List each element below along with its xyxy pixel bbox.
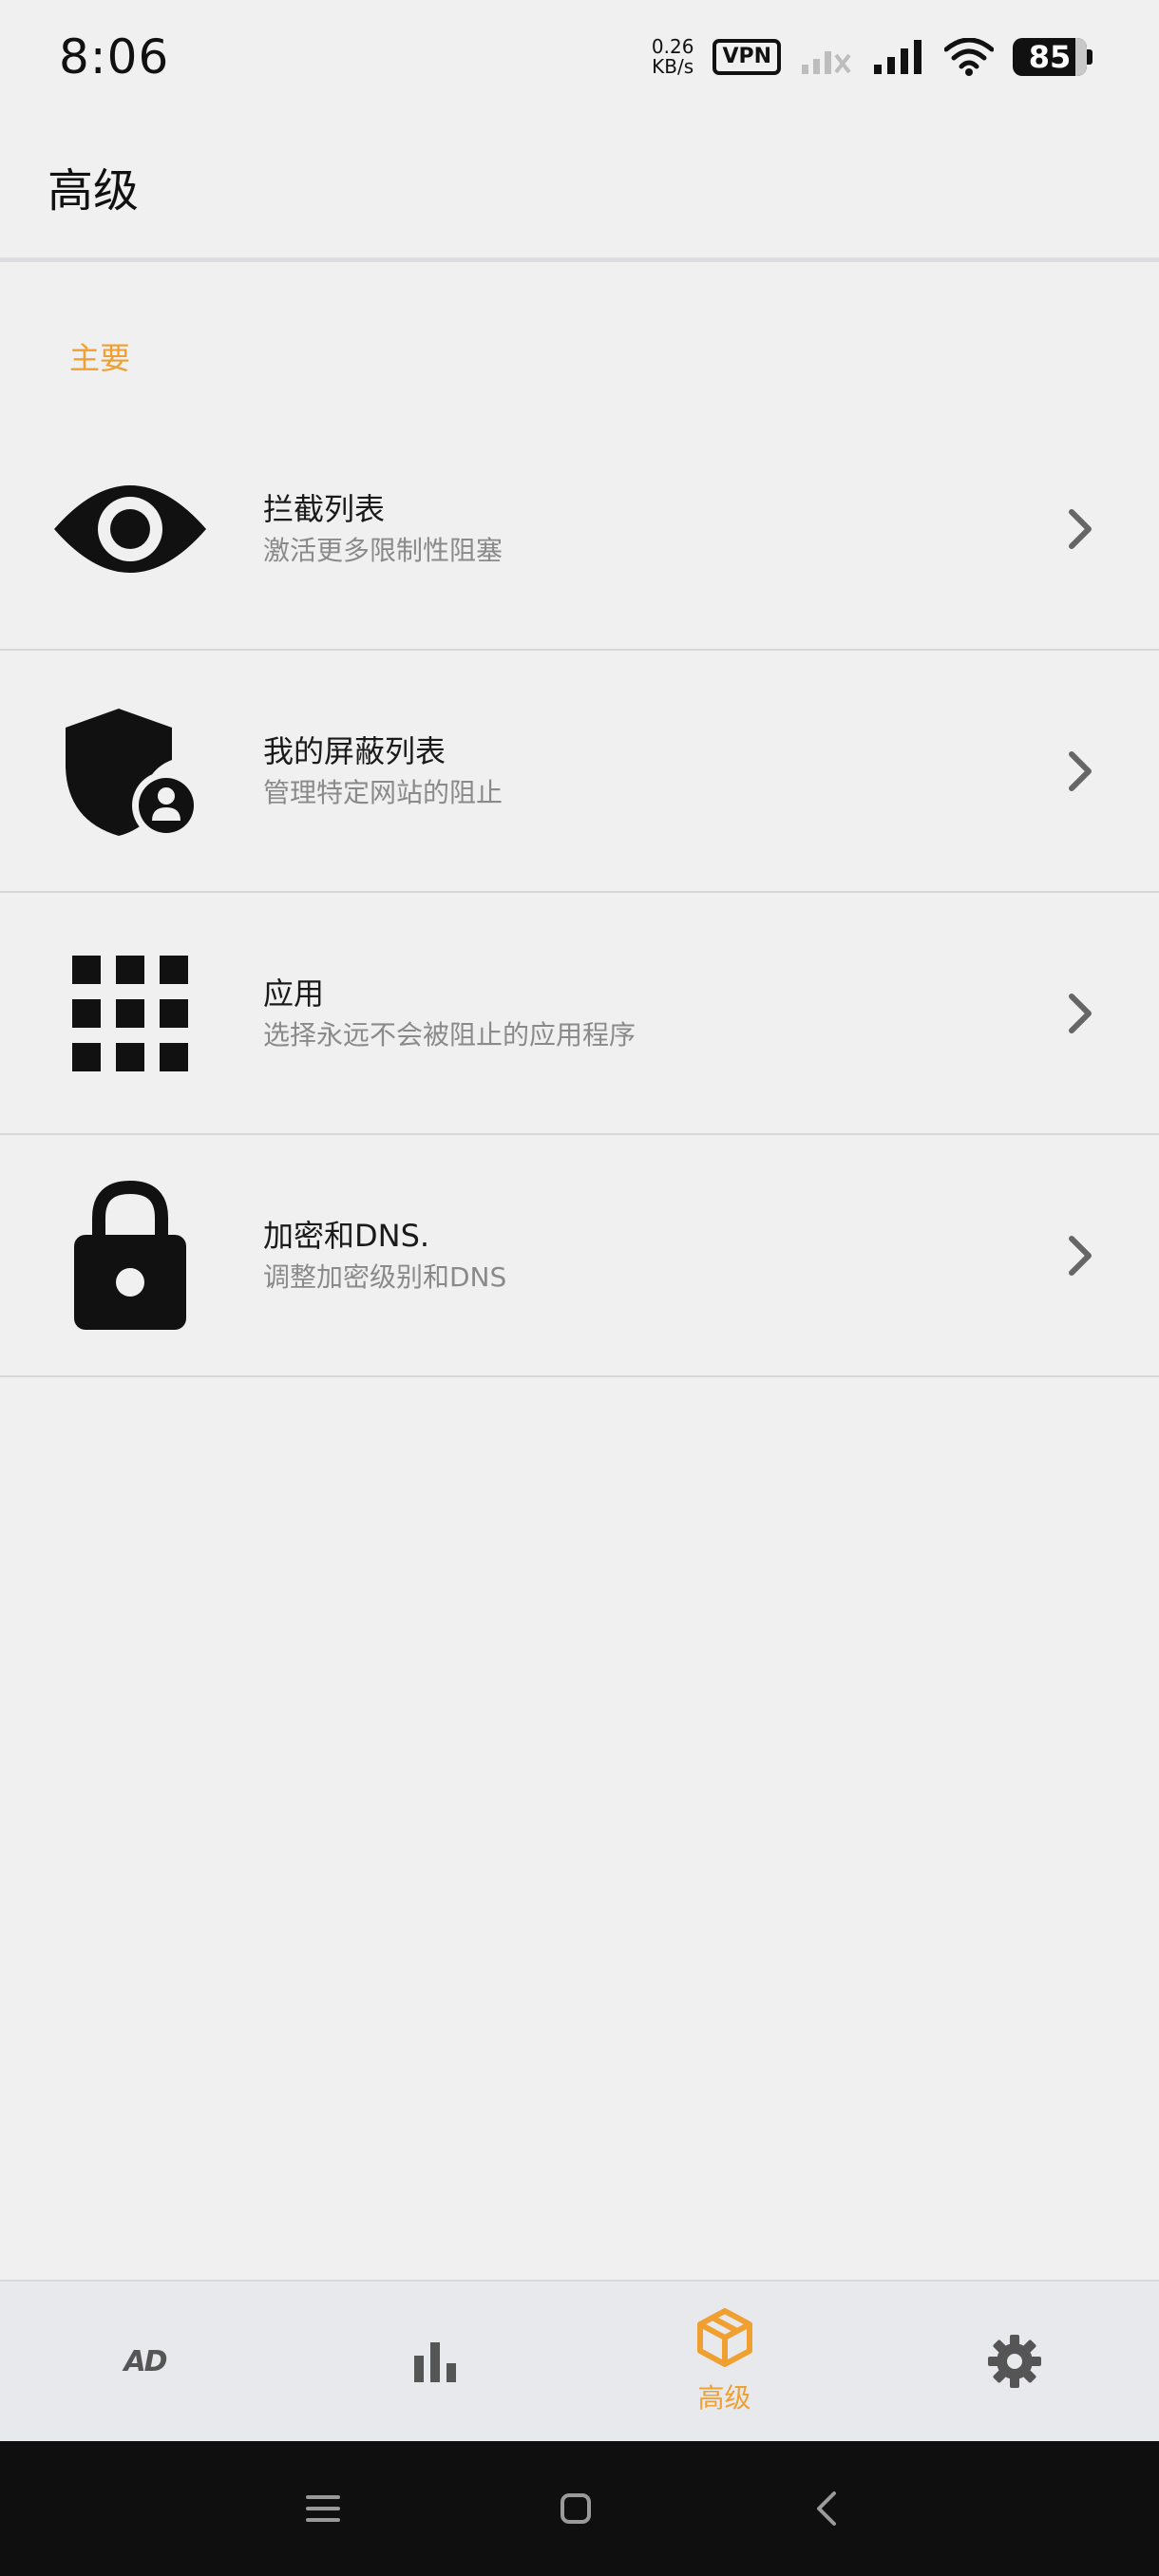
network-speed-unit: KB/s (652, 55, 694, 78)
vpn-badge: VPN (712, 39, 781, 75)
page-title: 高级 (48, 163, 140, 218)
menu-icon (306, 2495, 340, 2522)
chevron-right-icon (1069, 750, 1092, 791)
section-header: 主要 (69, 340, 131, 376)
menu-item-subtitle: 调整加密级别和DNS (263, 1260, 507, 1293)
nav-tab-label: 高级 (697, 2382, 751, 2414)
ad-logo-icon: AD (124, 2344, 167, 2378)
menu-item-subtitle: 管理特定网站的阻止 (263, 776, 504, 808)
nav-tab-home[interactable]: AD (0, 2282, 290, 2441)
wifi-icon (944, 38, 994, 76)
back-button[interactable] (813, 2490, 840, 2528)
eye-icon (45, 453, 216, 605)
menu-item-encryption-dns[interactable]: 加密和DNS. 调整加密级别和DNS (0, 1135, 1159, 1377)
nav-tab-advanced[interactable]: 高级 (580, 2282, 869, 2441)
menu-item-title: 应用 (263, 975, 325, 1012)
grid-apps-icon (45, 938, 216, 1089)
menu-item-subtitle: 激活更多限制性阻塞 (263, 535, 504, 566)
signal-off-icon (802, 51, 851, 74)
shield-user-icon (45, 695, 216, 847)
recent-apps-button[interactable] (306, 2493, 340, 2524)
status-time: 8:06 (59, 29, 170, 85)
chevron-right-icon (1069, 1235, 1092, 1276)
package-box-icon (696, 2308, 752, 2367)
back-arrow-icon (817, 2491, 836, 2526)
settings-menu-list: 拦截列表 激活更多限制性阻塞 我的屏蔽列表 管理特定网站的阻止 应用 选择永远不… (0, 409, 1159, 1377)
system-navigation-bar (0, 2441, 1159, 2576)
menu-item-my-blocklist[interactable]: 我的屏蔽列表 管理特定网站的阻止 (0, 651, 1159, 893)
menu-item-title: 加密和DNS. (263, 1217, 430, 1254)
menu-item-apps[interactable]: 应用 选择永远不会被阻止的应用程序 (0, 893, 1159, 1135)
battery-body: 85 (1013, 38, 1087, 76)
nav-tab-statistics[interactable] (290, 2282, 580, 2441)
gear-icon (987, 2335, 1041, 2388)
menu-item-title: 拦截列表 (263, 491, 386, 527)
app-bar: 高级 (0, 114, 1159, 262)
network-speed: 0.26 KB/s (652, 37, 694, 77)
menu-item-title: 我的屏蔽列表 (263, 732, 446, 769)
network-speed-value: 0.26 (651, 35, 694, 58)
bottom-navigation: AD 高级 (0, 2280, 1159, 2441)
lock-icon (45, 1180, 216, 1332)
battery-level: 85 (1028, 39, 1072, 75)
chevron-right-icon (1069, 509, 1092, 549)
nav-tab-settings[interactable] (869, 2282, 1159, 2441)
chevron-right-icon (1069, 993, 1092, 1033)
status-bar: 8:06 0.26 KB/s VPN 85 (0, 0, 1159, 114)
bar-chart-icon (413, 2342, 456, 2382)
status-icons: 0.26 KB/s VPN 85 (652, 37, 1092, 77)
signal-icon (874, 40, 922, 74)
menu-item-subtitle: 选择永远不会被阻止的应用程序 (263, 1018, 636, 1051)
home-button[interactable] (560, 2492, 592, 2525)
home-square-icon (560, 2493, 591, 2524)
battery-indicator: 85 (1013, 38, 1092, 76)
menu-item-blocklists[interactable]: 拦截列表 激活更多限制性阻塞 (0, 409, 1159, 651)
